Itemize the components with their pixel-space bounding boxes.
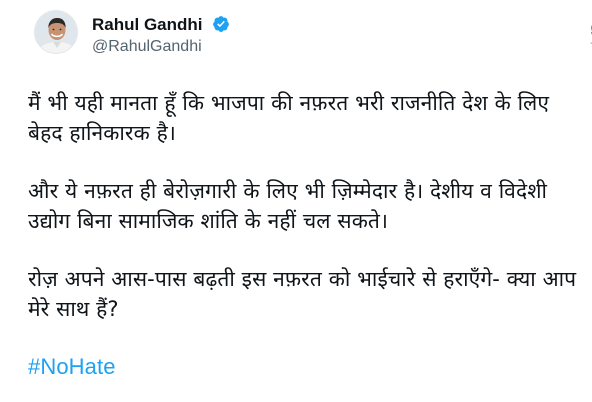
- tweet-body: मैं भी यही मानता हूँ कि भाजपा की नफ़रत भ…: [28, 88, 584, 382]
- author-display-name[interactable]: Rahul Gandhi: [92, 15, 203, 35]
- avatar[interactable]: [34, 10, 78, 54]
- tweet-paragraph: और ये नफ़रत ही बेरोज़गारी के लिए भी ज़िम…: [28, 179, 548, 233]
- tweet-paragraph: मैं भी यही मानता हूँ कि भाजपा की नफ़रत भ…: [28, 91, 550, 145]
- author-handle[interactable]: @RahulGandhi: [92, 37, 452, 57]
- tweet-card: Rahul Gandhi @RahulGandhi मैं भी यही मान…: [0, 0, 592, 402]
- hashtag-link[interactable]: #NoHate: [28, 353, 116, 381]
- tweet-header: Rahul Gandhi @RahulGandhi: [34, 10, 592, 80]
- avatar-photo: [35, 11, 77, 53]
- tweet-paragraph: रोज़ अपने आस-पास बढ़ती इस नफ़रत को भाईचा…: [28, 267, 577, 321]
- author-block: Rahul Gandhi @RahulGandhi: [92, 14, 452, 58]
- verified-badge-icon: [212, 15, 230, 33]
